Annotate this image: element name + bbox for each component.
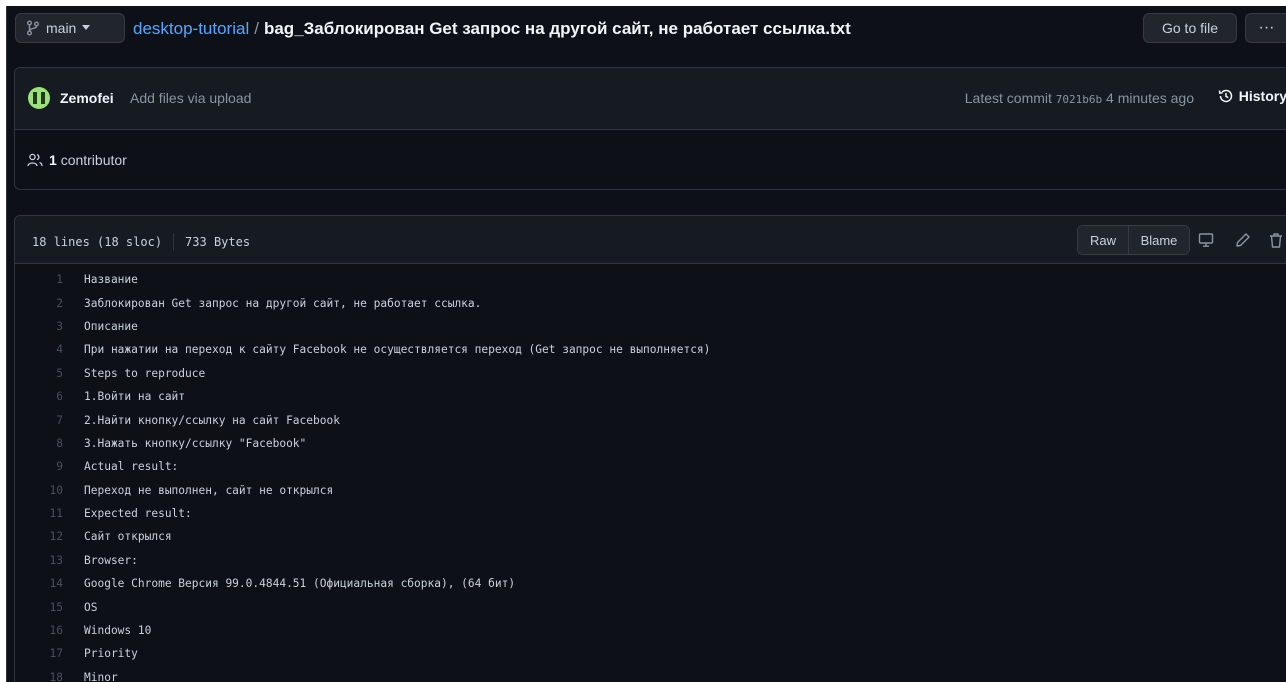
line-number[interactable]: 16 bbox=[15, 624, 63, 637]
line-number[interactable]: 8 bbox=[15, 437, 63, 450]
code-line: 2 Заблокирован Get запрос на другой сайт,… bbox=[15, 291, 1286, 314]
code-view: 1 Название 2 Заблокирован Get запрос на дру… bbox=[15, 268, 1286, 682]
people-icon bbox=[27, 153, 43, 167]
line-number[interactable]: 6 bbox=[15, 390, 63, 403]
code-line: 8 3.Нажать кнопку/ссылку "Facebook" bbox=[15, 432, 1286, 455]
code-line: 12 Сайт открылся bbox=[15, 525, 1286, 548]
latest-commit-label: Latest commit bbox=[964, 90, 1052, 106]
code-line: 4 При нажатии на переход к сайту Facebook… bbox=[15, 338, 1286, 361]
line-number[interactable]: 17 bbox=[15, 647, 63, 660]
line-number[interactable]: 12 bbox=[15, 530, 63, 543]
line-content: Заблокирован Get запрос на другой сайт, … bbox=[84, 296, 482, 310]
code-line: 10 Переход не выполнен, сайт не открылся bbox=[15, 479, 1286, 502]
line-content: Expected result: bbox=[84, 507, 192, 521]
line-number[interactable]: 13 bbox=[15, 554, 63, 567]
line-content: 3.Нажать кнопку/ссылку "Facebook" bbox=[84, 436, 307, 450]
info-divider bbox=[173, 233, 175, 251]
code-line: 15 OS bbox=[15, 595, 1286, 618]
line-content: 2.Найти кнопку/ссылку на сайт Facebook bbox=[84, 413, 340, 427]
blame-button[interactable]: Blame bbox=[1129, 226, 1189, 254]
github-file-view: main desktop-tutorial / bag_Заблокирован G… bbox=[6, 6, 1286, 682]
line-content: Steps to reproduce bbox=[84, 366, 206, 380]
line-content: При нажатии на переход к сайту Facebook … bbox=[84, 343, 711, 357]
line-content: 1.Войти на сайт bbox=[84, 390, 186, 404]
branch-selector[interactable]: main bbox=[15, 13, 125, 43]
file-size: 733 Bytes bbox=[185, 235, 251, 249]
line-number[interactable]: 2 bbox=[15, 297, 63, 310]
code-line: 5 Steps to reproduce bbox=[15, 362, 1286, 385]
code-line: 18 Minor bbox=[15, 666, 1286, 682]
commit-message[interactable]: Add files via upload bbox=[130, 90, 251, 106]
go-to-file-button[interactable]: Go to file bbox=[1143, 13, 1237, 43]
line-count: 18 lines (18 sloc) bbox=[32, 235, 163, 249]
line-content: Сайт открылся bbox=[84, 530, 172, 544]
commit-meta: Latest commit 7021b6b 4 minutes ago bbox=[965, 90, 1194, 106]
code-line: 13 Browser: bbox=[15, 549, 1286, 572]
desktop-icon[interactable] bbox=[1198, 232, 1214, 248]
line-number[interactable]: 7 bbox=[15, 414, 63, 427]
commit-sha[interactable]: 7021b6b bbox=[1056, 93, 1102, 106]
contributor-count: 1 bbox=[49, 152, 57, 168]
line-number[interactable]: 1 bbox=[15, 273, 63, 286]
pencil-icon[interactable] bbox=[1235, 232, 1251, 248]
line-number[interactable]: 4 bbox=[15, 343, 63, 356]
line-number[interactable]: 9 bbox=[15, 460, 63, 473]
path-bar: main desktop-tutorial / bag_Заблокирован G… bbox=[7, 6, 1286, 52]
file-info: 18 lines (18 sloc) 733 Bytes bbox=[32, 233, 250, 251]
line-content: Переход не выполнен, сайт не открылся bbox=[84, 483, 334, 497]
history-link[interactable]: History bbox=[1218, 88, 1286, 104]
commit-time: 4 minutes ago bbox=[1106, 90, 1194, 106]
code-line: 7 2.Найти кнопку/ссылку на сайт Facebook bbox=[15, 408, 1286, 431]
more-options-button[interactable]: ··· bbox=[1245, 13, 1286, 43]
code-line: 17 Priority bbox=[15, 642, 1286, 665]
git-branch-icon bbox=[27, 20, 39, 36]
trash-icon[interactable] bbox=[1269, 232, 1283, 248]
code-line: 1 Название bbox=[15, 268, 1286, 291]
latest-commit-row: Zemofei Add files via upload Latest comm… bbox=[15, 68, 1286, 130]
line-number[interactable]: 15 bbox=[15, 601, 63, 614]
breadcrumb-filename: bag_Заблокирован Get запрос на другой са… bbox=[263, 19, 851, 38]
raw-button[interactable]: Raw bbox=[1078, 226, 1129, 254]
line-number[interactable]: 11 bbox=[15, 507, 63, 520]
breadcrumb: desktop-tutorial / bag_Заблокирован Get за… bbox=[133, 19, 851, 39]
code-line: 16 Windows 10 bbox=[15, 619, 1286, 642]
line-number[interactable]: 5 bbox=[15, 367, 63, 380]
contributors-row[interactable]: 1 contributor bbox=[15, 130, 1286, 190]
line-content: Priority bbox=[84, 647, 138, 661]
code-line: 6 1.Войти на сайт bbox=[15, 385, 1286, 408]
history-icon bbox=[1218, 89, 1233, 103]
line-content: Browser: bbox=[84, 553, 138, 567]
code-line: 3 Описание bbox=[15, 315, 1286, 338]
line-content: Actual result: bbox=[84, 460, 179, 474]
caret-down-icon bbox=[82, 25, 91, 30]
line-number[interactable]: 18 bbox=[15, 671, 63, 682]
line-number[interactable]: 10 bbox=[15, 484, 63, 497]
commit-author[interactable]: Zemofei bbox=[60, 90, 114, 106]
line-content: OS bbox=[84, 600, 98, 614]
line-number[interactable]: 14 bbox=[15, 577, 63, 590]
line-content: Описание bbox=[84, 319, 138, 333]
breadcrumb-repo-link[interactable]: desktop-tutorial bbox=[133, 19, 249, 38]
file-box: 18 lines (18 sloc) 733 Bytes Raw Blame 1… bbox=[14, 215, 1286, 682]
history-label: History bbox=[1238, 88, 1286, 104]
avatar[interactable] bbox=[28, 87, 50, 109]
breadcrumb-separator: / bbox=[254, 19, 259, 38]
file-header: 18 lines (18 sloc) 733 Bytes Raw Blame bbox=[15, 216, 1286, 264]
line-number[interactable]: 3 bbox=[15, 320, 63, 333]
line-content: Google Chrome Версия 99.0.4844.51 (Офици… bbox=[84, 577, 516, 591]
code-line: 11 Expected result: bbox=[15, 502, 1286, 525]
line-content: Windows 10 bbox=[84, 624, 152, 638]
code-line: 9 Actual result: bbox=[15, 455, 1286, 478]
commit-box: Zemofei Add files via upload Latest comm… bbox=[14, 67, 1286, 190]
contributor-label: contributor bbox=[60, 152, 127, 168]
branch-name: main bbox=[46, 20, 77, 36]
line-content: Minor bbox=[84, 670, 118, 682]
code-line: 14 Google Chrome Версия 99.0.4844.51 (Офи… bbox=[15, 572, 1286, 595]
line-content: Название bbox=[84, 273, 138, 287]
file-actions-group: Raw Blame bbox=[1077, 225, 1190, 255]
